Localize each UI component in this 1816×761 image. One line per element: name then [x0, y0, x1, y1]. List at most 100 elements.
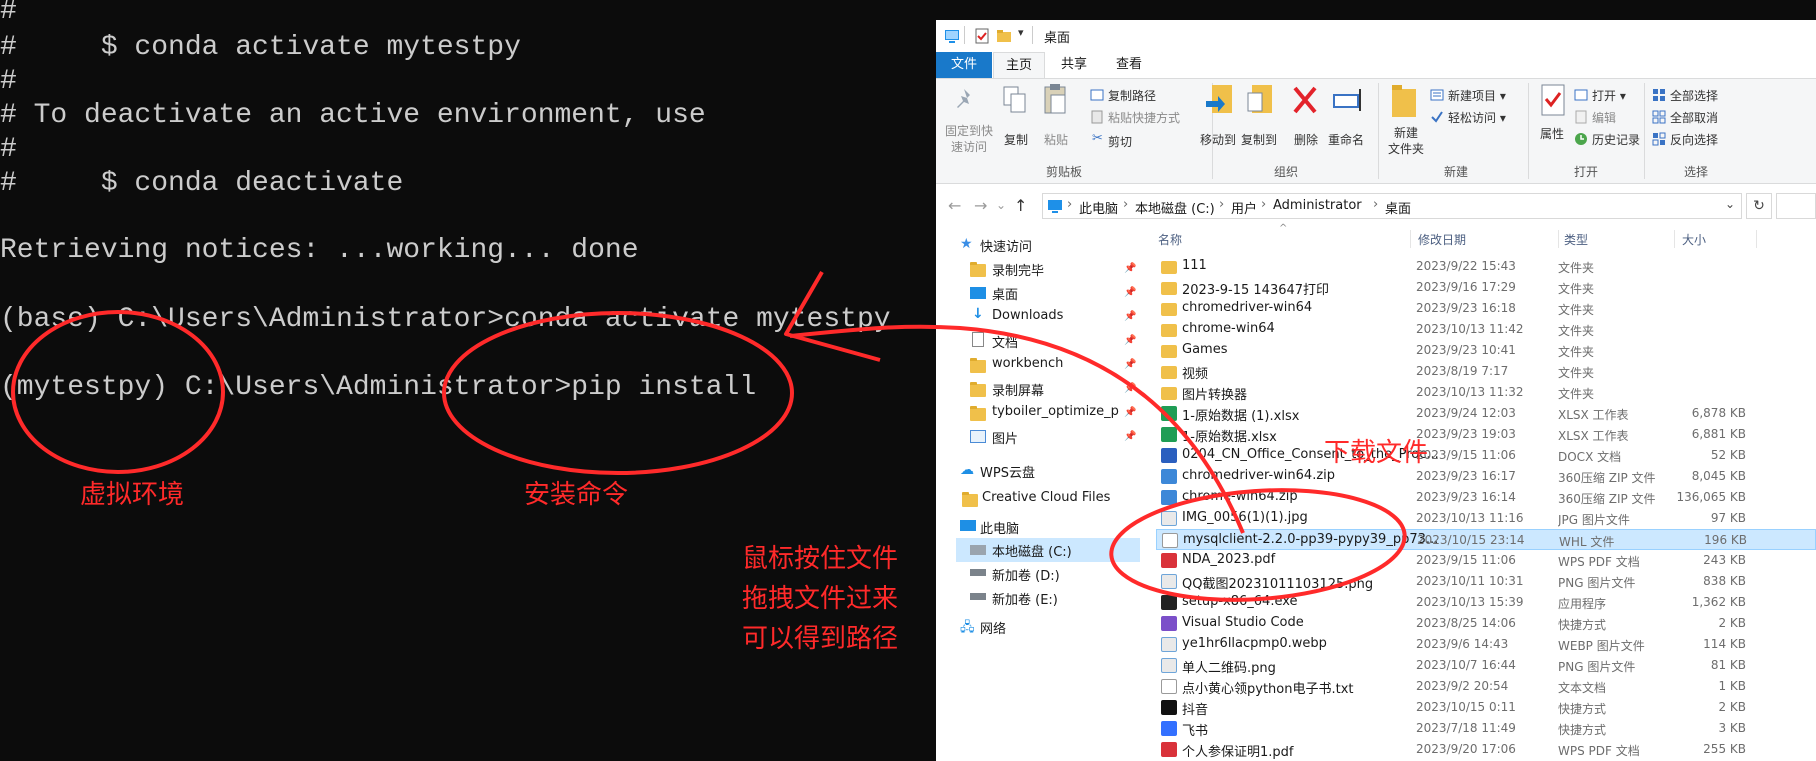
file-row[interactable]: 2023-9-15 143647打印 2023/9/16 17:29 文件夹: [1156, 277, 1816, 298]
terminal-line: # To deactivate an active environment, u…: [0, 100, 706, 131]
file-row[interactable]: 个人参保证明1.pdf 2023/9/20 17:06 WPS PDF 文档 255 …: [1156, 739, 1816, 760]
file-row[interactable]: 1-原始数据.xlsx 2023/9/23 19:03 XLSX 工作表 6,881 …: [1156, 424, 1816, 445]
nav-item-recorded[interactable]: 录制完毕: [992, 260, 1044, 279]
file-row[interactable]: 视频 2023/8/19 7:17 文件夹: [1156, 361, 1816, 382]
breadcrumb-local-disk[interactable]: 本地磁盘 (C:): [1135, 198, 1215, 217]
nav-drive-c[interactable]: 本地磁盘 (C:): [992, 541, 1072, 560]
column-type[interactable]: 类型: [1564, 231, 1588, 248]
annotation-label-virtual-env: 虚拟环境: [80, 480, 185, 510]
file-row[interactable]: Visual Studio Code 2023/8/25 14:06 快捷方式 2 K…: [1156, 613, 1816, 634]
nav-item-workbench[interactable]: workbench: [992, 356, 1063, 371]
file-row[interactable]: Games 2023/9/23 10:41 文件夹: [1156, 340, 1816, 361]
properties-check-icon[interactable]: [974, 28, 990, 44]
customize-dropdown-icon[interactable]: ▾: [1018, 26, 1024, 39]
file-row[interactable]: 抖音 2023/10/15 0:11 快捷方式 2 KB: [1156, 697, 1816, 718]
forward-arrow-icon[interactable]: →: [974, 196, 987, 215]
nav-item-tyboiler[interactable]: tyboiler_optimize_platfo: [992, 404, 1120, 419]
up-arrow-icon[interactable]: ↑: [1014, 196, 1027, 215]
file-type: 文件夹: [1558, 282, 1595, 296]
rename-button[interactable]: 重命名: [1328, 131, 1364, 148]
file-row[interactable]: IMG_0056(1)(1).jpg 2023/10/13 11:16 JPG 图片…: [1156, 508, 1816, 529]
file-row[interactable]: QQ截图20231011103125.png 2023/10/11 10:31 PN…: [1156, 571, 1816, 592]
nav-this-pc[interactable]: 此电脑: [980, 518, 1019, 537]
search-box[interactable]: [1776, 193, 1816, 219]
column-size[interactable]: 大小: [1682, 231, 1706, 248]
easy-access-button[interactable]: 轻松访问 ▾: [1448, 109, 1506, 126]
file-row[interactable]: chromedriver-win64.zip 2023/9/23 16:17 360…: [1156, 466, 1816, 487]
file-row[interactable]: 单人二维码.png 2023/10/7 16:44 PNG 图片文件 81 KB: [1156, 655, 1816, 676]
file-row[interactable]: setup-x86_64.exe 2023/10/13 15:39 应用程序 1,36…: [1156, 592, 1816, 613]
open-button[interactable]: 打开 ▾: [1592, 87, 1626, 104]
nav-creative-cloud[interactable]: Creative Cloud Files: [982, 490, 1110, 505]
terminal-command-line[interactable]: (mytestpy) C:\Users\Administrator>pip in…: [0, 372, 756, 404]
nav-item-pictures[interactable]: 图片: [992, 428, 1018, 447]
copy-to-button[interactable]: 复制到: [1241, 131, 1277, 148]
column-name[interactable]: 名称: [1158, 231, 1182, 248]
refresh-icon[interactable]: ↻: [1746, 193, 1772, 219]
recent-dropdown-icon[interactable]: ⌄: [996, 198, 1006, 212]
new-folder-icon[interactable]: [996, 28, 1012, 44]
delete-button[interactable]: 删除: [1294, 131, 1318, 148]
select-all-button[interactable]: 全部选择: [1670, 87, 1718, 104]
file-date: 2023/9/23 16:14: [1416, 490, 1516, 504]
new-folder-button[interactable]: 新建 文件夹: [1386, 125, 1426, 157]
file-explorer-window[interactable]: ▾ 桌面 文件 主页 共享 查看 固定到快 速访问 复制 粘贴 复制路径 粘贴快…: [936, 20, 1816, 761]
network-icon: 🖧: [960, 620, 975, 635]
back-arrow-icon[interactable]: ←: [948, 196, 961, 215]
breadcrumb-desktop[interactable]: 桌面: [1385, 198, 1411, 217]
file-row[interactable]: 0204_CN_Office_Consent_to_the_Proc... 202…: [1156, 445, 1816, 466]
history-button[interactable]: 历史记录: [1592, 131, 1640, 148]
new-item-button[interactable]: 新建项目 ▾: [1448, 87, 1506, 104]
tab-view[interactable]: 查看: [1103, 52, 1155, 78]
edit-icon: [1575, 110, 1587, 124]
properties-button[interactable]: 属性: [1540, 125, 1564, 142]
file-row[interactable]: mysqlclient-2.2.0-pp39-pypy39_pp73... 202…: [1156, 529, 1816, 550]
cut-button[interactable]: 剪切: [1108, 133, 1132, 150]
edit-button[interactable]: 编辑: [1592, 109, 1616, 126]
nav-wps-cloud[interactable]: WPS云盘: [980, 462, 1035, 481]
invert-selection-button[interactable]: 反向选择: [1670, 131, 1718, 148]
annotation-label-download-file: 下载文件: [1324, 438, 1429, 468]
nav-network[interactable]: 网络: [980, 618, 1006, 637]
file-row[interactable]: 图片转换器 2023/10/13 11:32 文件夹: [1156, 382, 1816, 403]
address-bar[interactable]: › 此电脑 › 本地磁盘 (C:) › 用户 › Administrator ›…: [1042, 193, 1742, 219]
folder-file-icon: [1161, 303, 1177, 316]
terminal-line: Retrieving notices: ...working... done: [0, 235, 639, 266]
paste-button[interactable]: 粘贴: [1044, 131, 1068, 148]
file-row[interactable]: ye1hr6llacpmp0.webp 2023/9/6 14:43 WEBP 图片…: [1156, 634, 1816, 655]
copy-button[interactable]: 复制: [1004, 131, 1028, 148]
address-dropdown-icon[interactable]: ⌄: [1725, 197, 1735, 211]
nav-quick-access[interactable]: 快速访问: [980, 236, 1032, 255]
file-date: 2023/9/23 16:17: [1416, 469, 1516, 483]
nav-item-downloads[interactable]: Downloads: [992, 308, 1063, 323]
file-row[interactable]: 1-原始数据 (1).xlsx 2023/9/24 12:03 XLSX 工作表 6,…: [1156, 403, 1816, 424]
file-row[interactable]: chromedriver-win64 2023/9/23 16:18 文件夹: [1156, 298, 1816, 319]
file-name: 视频: [1182, 367, 1209, 382]
file-row[interactable]: chrome-win64.zip 2023/9/23 16:14 360压缩 ZIP…: [1156, 487, 1816, 508]
tab-file[interactable]: 文件: [936, 52, 992, 78]
drive-icon: [970, 545, 986, 555]
tab-share[interactable]: 共享: [1048, 52, 1100, 78]
file-row[interactable]: chrome-win64 2023/10/13 11:42 文件夹: [1156, 319, 1816, 340]
file-row[interactable]: 点小黄心领python电子书.txt 2023/9/2 20:54 文本文档 1 KB: [1156, 676, 1816, 697]
file-row[interactable]: 111 2023/9/22 15:43 文件夹: [1156, 256, 1816, 277]
copy-path-button[interactable]: 复制路径: [1108, 87, 1156, 104]
nav-item-documents[interactable]: 文档: [992, 332, 1018, 351]
breadcrumb-administrator[interactable]: Administrator: [1273, 198, 1362, 213]
terminal-line: #: [0, 66, 17, 97]
column-date-modified[interactable]: 修改日期: [1418, 231, 1466, 248]
move-to-button[interactable]: 移动到: [1200, 131, 1236, 148]
delete-icon: [1293, 86, 1317, 114]
paste-shortcut-button[interactable]: 粘贴快捷方式: [1108, 109, 1180, 126]
pin-quick-access-button[interactable]: 固定到快 速访问: [944, 123, 994, 155]
select-none-button[interactable]: 全部取消: [1670, 109, 1718, 126]
breadcrumb-this-pc[interactable]: 此电脑: [1079, 198, 1118, 217]
nav-item-desktop[interactable]: 桌面: [992, 284, 1018, 303]
file-row[interactable]: NDA_2023.pdf 2023/9/15 11:06 WPS PDF 文档 243…: [1156, 550, 1816, 571]
nav-item-screen-recording[interactable]: 录制屏幕: [992, 380, 1044, 399]
tab-home[interactable]: 主页: [993, 52, 1045, 78]
nav-drive-d[interactable]: 新加卷 (D:): [992, 565, 1060, 584]
file-row[interactable]: 飞书 2023/7/18 11:49 快捷方式 3 KB: [1156, 718, 1816, 739]
breadcrumb-users[interactable]: 用户: [1231, 198, 1257, 217]
nav-drive-e[interactable]: 新加卷 (E:): [992, 589, 1058, 608]
